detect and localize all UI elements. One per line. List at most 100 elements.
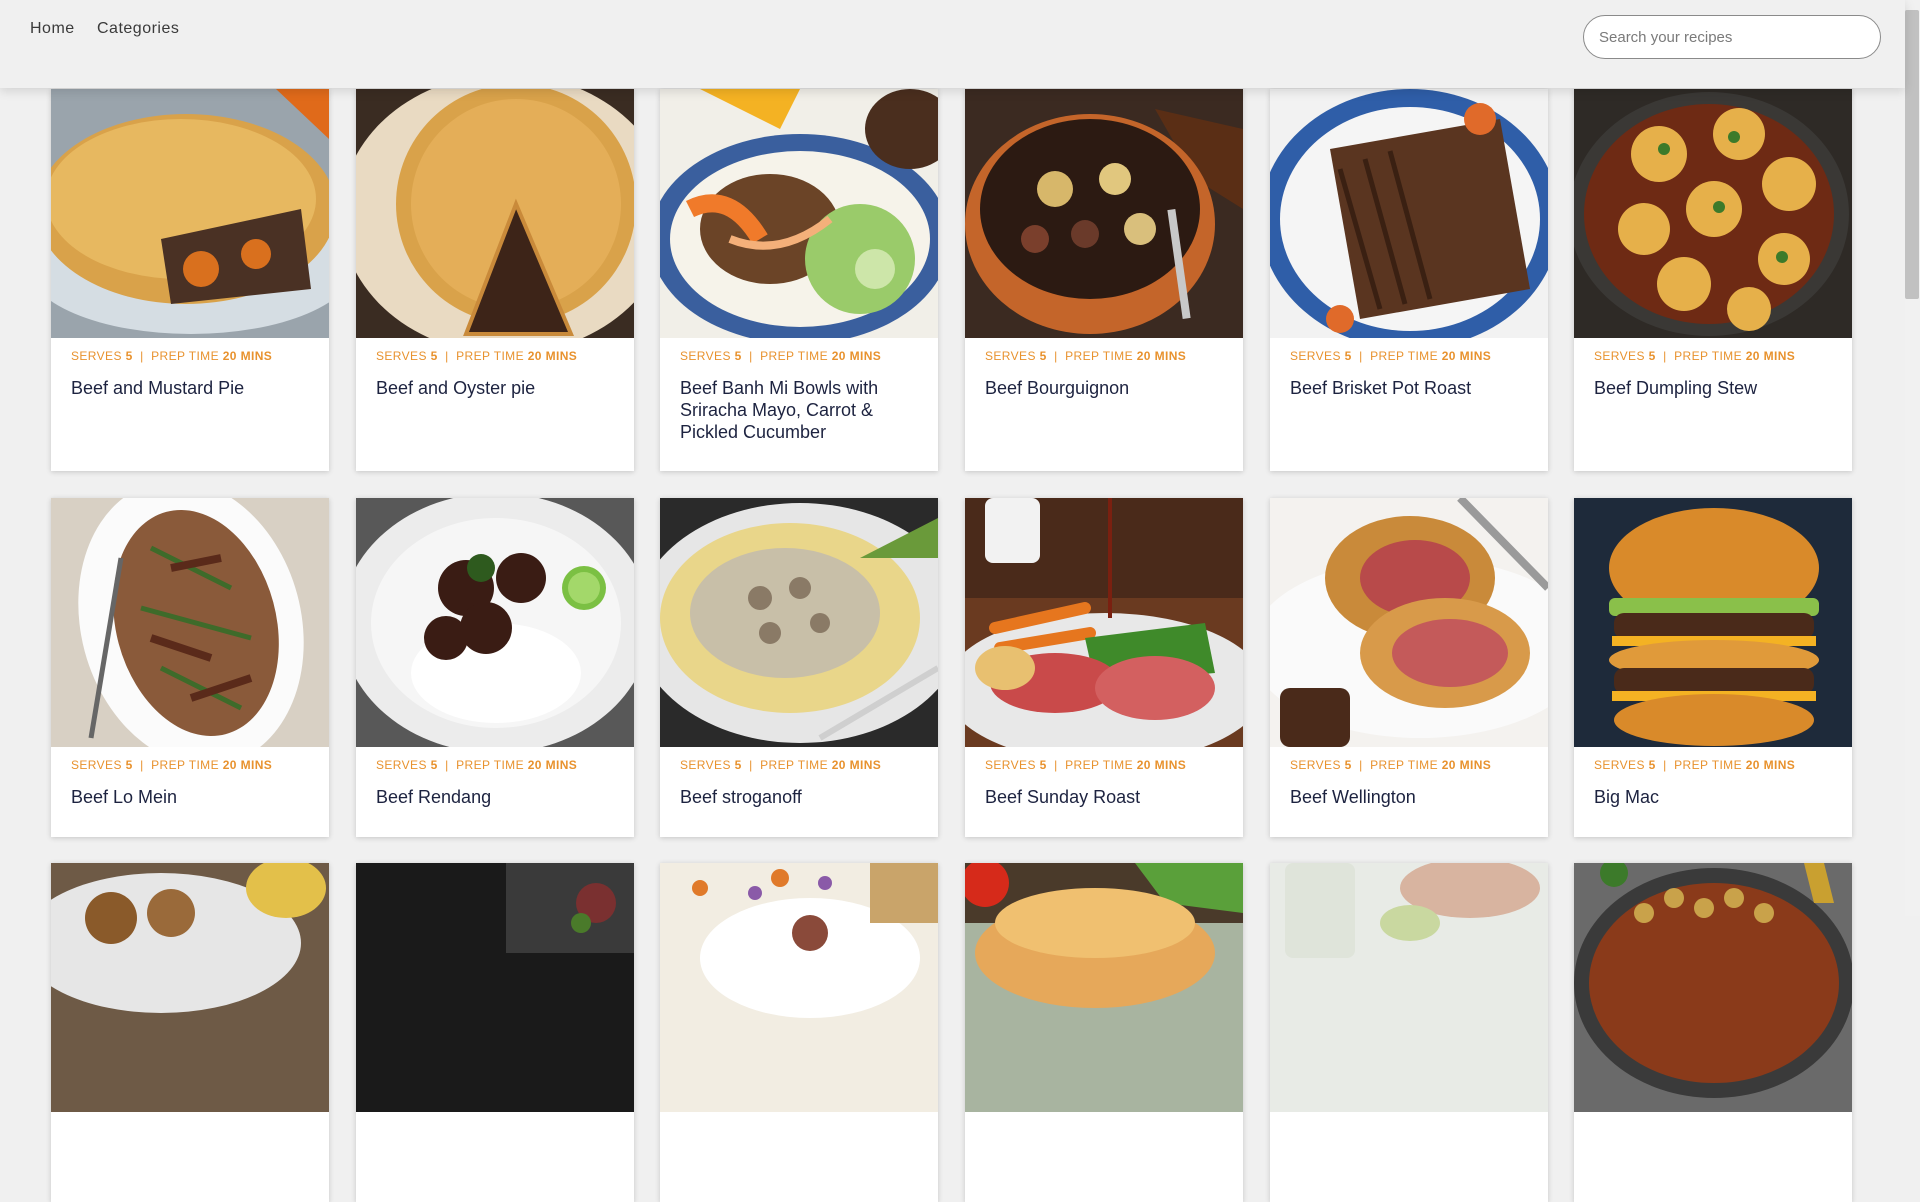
serves-value: 5 <box>1648 758 1656 772</box>
prep-time-value: 20 MINS <box>831 758 882 772</box>
recipe-card[interactable] <box>51 863 329 1202</box>
prep-time-label: PREP TIME <box>151 758 223 772</box>
serves-label: SERVES <box>71 349 126 363</box>
separator: | <box>741 758 761 772</box>
prep-time-value: 20 MINS <box>1441 758 1492 772</box>
serves-label: SERVES <box>1290 349 1345 363</box>
recipe-image[interactable] <box>356 863 634 1112</box>
recipe-title[interactable]: Beef and Oyster pie <box>376 377 626 399</box>
prep-time-label: PREP TIME <box>1370 758 1442 772</box>
recipe-image[interactable] <box>660 863 938 1112</box>
recipe-image[interactable] <box>660 498 938 747</box>
recipe-title[interactable]: Beef stroganoff <box>680 786 930 808</box>
recipe-card[interactable] <box>1574 863 1852 1202</box>
prep-time-label: PREP TIME <box>1370 349 1442 363</box>
separator: | <box>1351 349 1371 363</box>
recipe-image[interactable] <box>1574 863 1852 1112</box>
recipe-image[interactable] <box>965 863 1243 1112</box>
recipe-image[interactable] <box>1270 863 1548 1112</box>
separator: | <box>437 349 457 363</box>
nav-categories-link[interactable]: Categories <box>97 20 179 38</box>
recipe-title[interactable]: Beef Brisket Pot Roast <box>1290 377 1540 399</box>
prep-time-label: PREP TIME <box>1674 349 1746 363</box>
prep-time-label: PREP TIME <box>1065 758 1137 772</box>
top-navigation-bar: Home Categories <box>0 0 1905 88</box>
recipe-card[interactable] <box>965 863 1243 1202</box>
serves-value: 5 <box>1344 758 1352 772</box>
recipe-image[interactable] <box>51 863 329 1112</box>
prep-time-label: PREP TIME <box>760 758 832 772</box>
serves-label: SERVES <box>1290 758 1345 772</box>
prep-time-value: 20 MINS <box>1136 349 1187 363</box>
serves-label: SERVES <box>680 758 735 772</box>
recipe-image[interactable] <box>1574 89 1852 338</box>
serves-label: SERVES <box>985 349 1040 363</box>
recipe-image[interactable] <box>356 498 634 747</box>
recipe-title[interactable]: Big Mac <box>1594 786 1844 808</box>
scrollbar-thumb[interactable] <box>1905 10 1919 299</box>
serves-value: 5 <box>430 349 438 363</box>
recipe-image[interactable] <box>51 498 329 747</box>
recipe-meta: SERVES 5 | PREP TIME 20 MINS <box>680 758 881 772</box>
recipe-card[interactable]: SERVES 5 | PREP TIME 20 MINS Beef and Oys… <box>356 89 634 471</box>
recipe-title[interactable]: Beef and Mustard Pie <box>71 377 321 399</box>
nav-home-link[interactable]: Home <box>30 20 75 38</box>
separator: | <box>1655 349 1675 363</box>
separator: | <box>1046 349 1066 363</box>
serves-value: 5 <box>1344 349 1352 363</box>
separator: | <box>132 349 152 363</box>
serves-value: 5 <box>1039 758 1047 772</box>
recipe-card[interactable] <box>1270 863 1548 1202</box>
recipe-image[interactable] <box>965 498 1243 747</box>
recipe-meta: SERVES 5 | PREP TIME 20 MINS <box>376 758 577 772</box>
recipe-card[interactable]: SERVES 5 | PREP TIME 20 MINS Beef Welling… <box>1270 498 1548 837</box>
recipe-title[interactable]: Beef Wellington <box>1290 786 1540 808</box>
prep-time-value: 20 MINS <box>1745 758 1796 772</box>
recipe-image[interactable] <box>1574 498 1852 747</box>
prep-time-value: 20 MINS <box>527 758 578 772</box>
recipe-image[interactable] <box>1270 498 1548 747</box>
prep-time-value: 20 MINS <box>1745 349 1796 363</box>
recipe-title[interactable]: Beef Banh Mi Bowls with Sriracha Mayo, C… <box>680 377 930 443</box>
serves-value: 5 <box>125 758 133 772</box>
recipe-image[interactable] <box>660 89 938 338</box>
recipe-title[interactable]: Beef Sunday Roast <box>985 786 1235 808</box>
separator: | <box>1655 758 1675 772</box>
recipe-grid: SERVES 5 | PREP TIME 20 MINS Beef and Mus… <box>0 0 1905 1202</box>
recipe-title[interactable]: Beef Rendang <box>376 786 626 808</box>
recipe-card[interactable] <box>660 863 938 1202</box>
prep-time-value: 20 MINS <box>1136 758 1187 772</box>
recipe-title[interactable]: Beef Dumpling Stew <box>1594 377 1844 399</box>
recipe-meta: SERVES 5 | PREP TIME 20 MINS <box>1290 758 1491 772</box>
prep-time-label: PREP TIME <box>760 349 832 363</box>
separator: | <box>437 758 457 772</box>
recipe-card[interactable]: SERVES 5 | PREP TIME 20 MINS Beef Rendang <box>356 498 634 837</box>
recipe-image[interactable] <box>51 89 329 338</box>
recipe-card[interactable]: SERVES 5 | PREP TIME 20 MINS Beef and Mus… <box>51 89 329 471</box>
prep-time-value: 20 MINS <box>222 349 273 363</box>
search-input[interactable] <box>1583 15 1881 59</box>
prep-time-value: 20 MINS <box>527 349 578 363</box>
recipe-card[interactable]: SERVES 5 | PREP TIME 20 MINS Beef Bourgui… <box>965 89 1243 471</box>
recipe-card[interactable]: SERVES 5 | PREP TIME 20 MINS Beef Brisket… <box>1270 89 1548 471</box>
recipe-title[interactable]: Beef Bourguignon <box>985 377 1235 399</box>
recipe-card[interactable]: SERVES 5 | PREP TIME 20 MINS Beef Banh Mi… <box>660 89 938 471</box>
recipe-title[interactable]: Beef Lo Mein <box>71 786 321 808</box>
recipe-image[interactable] <box>1270 89 1548 338</box>
recipe-image[interactable] <box>356 89 634 338</box>
recipe-card[interactable]: SERVES 5 | PREP TIME 20 MINS Beef Sunday … <box>965 498 1243 837</box>
recipe-card[interactable] <box>356 863 634 1202</box>
recipe-meta: SERVES 5 | PREP TIME 20 MINS <box>985 349 1186 363</box>
recipe-card[interactable]: SERVES 5 | PREP TIME 20 MINS Big Mac <box>1574 498 1852 837</box>
recipe-card[interactable]: SERVES 5 | PREP TIME 20 MINS Beef Lo Mein <box>51 498 329 837</box>
separator: | <box>1046 758 1066 772</box>
recipe-card[interactable]: SERVES 5 | PREP TIME 20 MINS Beef Dumplin… <box>1574 89 1852 471</box>
prep-time-label: PREP TIME <box>151 349 223 363</box>
recipe-card[interactable]: SERVES 5 | PREP TIME 20 MINS Beef strogan… <box>660 498 938 837</box>
recipe-image[interactable] <box>965 89 1243 338</box>
serves-value: 5 <box>734 349 742 363</box>
serves-value: 5 <box>430 758 438 772</box>
serves-label: SERVES <box>376 349 431 363</box>
prep-time-label: PREP TIME <box>456 758 528 772</box>
recipe-meta: SERVES 5 | PREP TIME 20 MINS <box>71 758 272 772</box>
